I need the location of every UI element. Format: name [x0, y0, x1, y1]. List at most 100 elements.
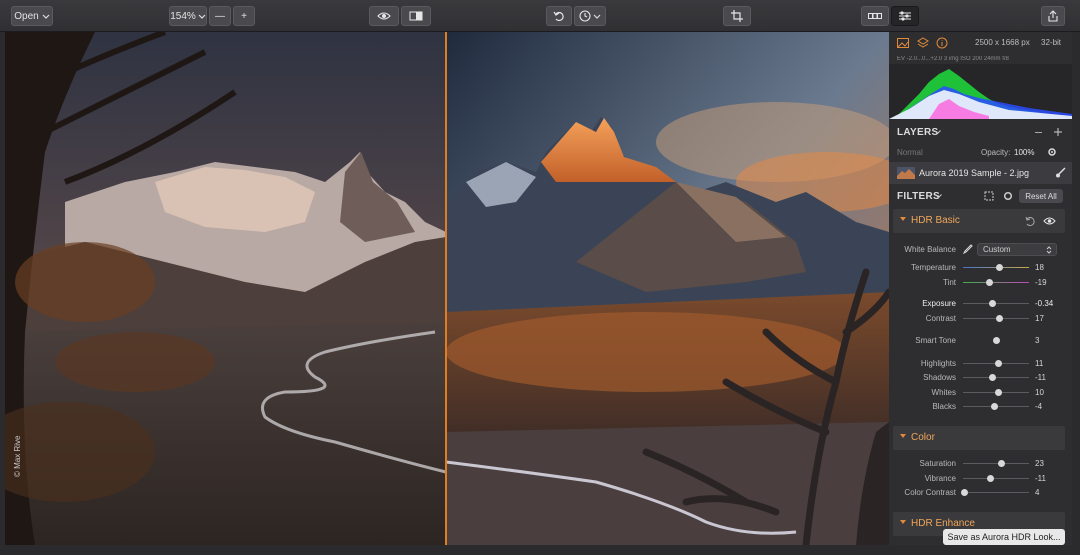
- white-balance-select[interactable]: Custom: [977, 243, 1057, 256]
- opacity-label: Opacity:: [981, 148, 1011, 157]
- add-layer-icon[interactable]: [1053, 127, 1063, 137]
- layers-title: LAYERS: [897, 127, 939, 138]
- slider-handle[interactable]: [998, 460, 1006, 467]
- slider-track[interactable]: [963, 492, 1029, 493]
- eyedropper-icon[interactable]: [963, 244, 973, 254]
- exposure-slider[interactable]: Exposure -0.34: [889, 297, 1072, 311]
- slider-label: Smart Tone: [915, 336, 956, 345]
- slider-handle[interactable]: [985, 279, 993, 286]
- histogram: [889, 64, 1072, 119]
- slider-handle[interactable]: [993, 337, 1001, 344]
- color-contrast-slider[interactable]: Color Contrast 4: [889, 486, 1072, 500]
- top-toolbar: Open 154% — +: [0, 0, 1080, 32]
- slider-handle[interactable]: [990, 403, 998, 410]
- color-group-header[interactable]: Color: [893, 426, 1065, 450]
- chevron-down-icon: [934, 130, 941, 135]
- blend-mode-select[interactable]: Normal: [897, 148, 923, 157]
- slider-value[interactable]: 4: [1035, 488, 1039, 497]
- slider-handle[interactable]: [960, 489, 968, 496]
- slider-track[interactable]: [963, 377, 1029, 378]
- reset-filter-icon[interactable]: [1025, 216, 1035, 226]
- slider-label: Shadows: [923, 373, 956, 382]
- slider-track[interactable]: [963, 282, 1029, 283]
- before-photo: [5, 32, 446, 545]
- slider-label: Color Contrast: [904, 488, 956, 497]
- shadows-slider[interactable]: Shadows -11: [889, 371, 1072, 385]
- open-button[interactable]: Open: [11, 6, 53, 26]
- smart-tone-slider[interactable]: Smart Tone 3: [889, 334, 1072, 348]
- blacks-slider[interactable]: Blacks -4: [889, 400, 1072, 414]
- presets-icon: [868, 13, 882, 19]
- highlights-slider[interactable]: Highlights 11: [889, 357, 1072, 371]
- whites-slider[interactable]: Whites 10: [889, 386, 1072, 400]
- filter-settings-icon[interactable]: [1003, 191, 1013, 201]
- history-button[interactable]: [574, 6, 606, 26]
- slider-value[interactable]: -4: [1035, 402, 1042, 411]
- slider-value[interactable]: -19: [1035, 278, 1047, 287]
- split-view-icon: [409, 11, 423, 21]
- tint-slider[interactable]: Tint -19: [889, 276, 1072, 290]
- chevron-down-icon: [593, 14, 601, 19]
- info-icon[interactable]: [936, 37, 948, 49]
- save-look-button[interactable]: Save as Aurora HDR Look...: [943, 529, 1065, 545]
- slider-handle[interactable]: [995, 360, 1003, 367]
- slider-value[interactable]: 23: [1035, 459, 1044, 468]
- after-image: [446, 32, 889, 545]
- contrast-slider[interactable]: Contrast 17: [889, 312, 1072, 326]
- opacity-value[interactable]: 100%: [1014, 148, 1034, 157]
- temperature-slider[interactable]: Temperature 18: [889, 261, 1072, 275]
- white-balance-value: Custom: [983, 245, 1011, 254]
- slider-track[interactable]: [963, 478, 1029, 479]
- panel-info-bar: 2500 x 1668 px 32-bit: [889, 32, 1072, 54]
- slider-value[interactable]: 17: [1035, 314, 1044, 323]
- slider-value[interactable]: 11: [1035, 359, 1043, 368]
- layer-options-row: Normal Opacity: 100%: [889, 143, 1072, 163]
- vibrance-slider[interactable]: Vibrance -11: [889, 472, 1072, 486]
- mask-icon[interactable]: [984, 191, 994, 201]
- hdr-basic-group-header[interactable]: HDR Basic: [893, 209, 1065, 233]
- undo-button[interactable]: [546, 6, 572, 26]
- slider-label: Vibrance: [924, 474, 956, 483]
- zoom-out-button[interactable]: —: [209, 6, 231, 26]
- slider-value[interactable]: 10: [1035, 388, 1044, 397]
- image-dimensions: 2500 x 1668 px: [975, 38, 1030, 47]
- visibility-eye-icon[interactable]: [1043, 216, 1056, 226]
- slider-value[interactable]: -0.34: [1035, 299, 1053, 308]
- open-label: Open: [14, 10, 39, 22]
- slider-handle[interactable]: [987, 475, 995, 482]
- zoom-dropdown[interactable]: 154%: [169, 6, 207, 26]
- preview-toggle-button[interactable]: [369, 6, 399, 26]
- slider-handle[interactable]: [988, 300, 996, 307]
- slider-handle[interactable]: [996, 264, 1004, 271]
- before-after-divider[interactable]: [445, 32, 447, 545]
- layers-icon[interactable]: [917, 37, 929, 49]
- saturation-slider[interactable]: Saturation 23: [889, 457, 1072, 471]
- layer-name: Aurora 2019 Sample - 2.jpg: [919, 168, 1030, 178]
- slider-label: Tint: [942, 278, 956, 287]
- slider-handle[interactable]: [996, 315, 1004, 322]
- layer-item[interactable]: Aurora 2019 Sample - 2.jpg: [889, 162, 1072, 184]
- brush-icon[interactable]: [1055, 167, 1066, 178]
- reset-all-button[interactable]: Reset All: [1019, 189, 1063, 203]
- slider-handle[interactable]: [995, 389, 1003, 396]
- slider-value[interactable]: 3: [1035, 336, 1039, 345]
- slider-track[interactable]: [963, 303, 1029, 304]
- slider-value[interactable]: 18: [1035, 263, 1044, 272]
- image-canvas[interactable]: © Max Rive: [5, 32, 889, 545]
- slider-handle[interactable]: [988, 374, 996, 381]
- compare-split-button[interactable]: [401, 6, 431, 26]
- share-button[interactable]: [1041, 6, 1065, 26]
- adjustments-toggle-button[interactable]: [891, 6, 919, 26]
- crop-button[interactable]: [723, 6, 751, 26]
- reset-all-label: Reset All: [1025, 191, 1057, 201]
- slider-value[interactable]: -11: [1035, 474, 1046, 483]
- slider-value[interactable]: -11: [1035, 373, 1046, 382]
- zoom-in-button[interactable]: +: [233, 6, 255, 26]
- layers-header[interactable]: LAYERS: [889, 121, 1072, 143]
- zoom-value: 154%: [170, 10, 196, 22]
- slider-track[interactable]: [963, 463, 1029, 464]
- remove-layer-icon[interactable]: [1034, 128, 1043, 137]
- image-icon[interactable]: [897, 37, 909, 49]
- gear-icon[interactable]: [1047, 147, 1057, 157]
- presets-toggle-button[interactable]: [861, 6, 889, 26]
